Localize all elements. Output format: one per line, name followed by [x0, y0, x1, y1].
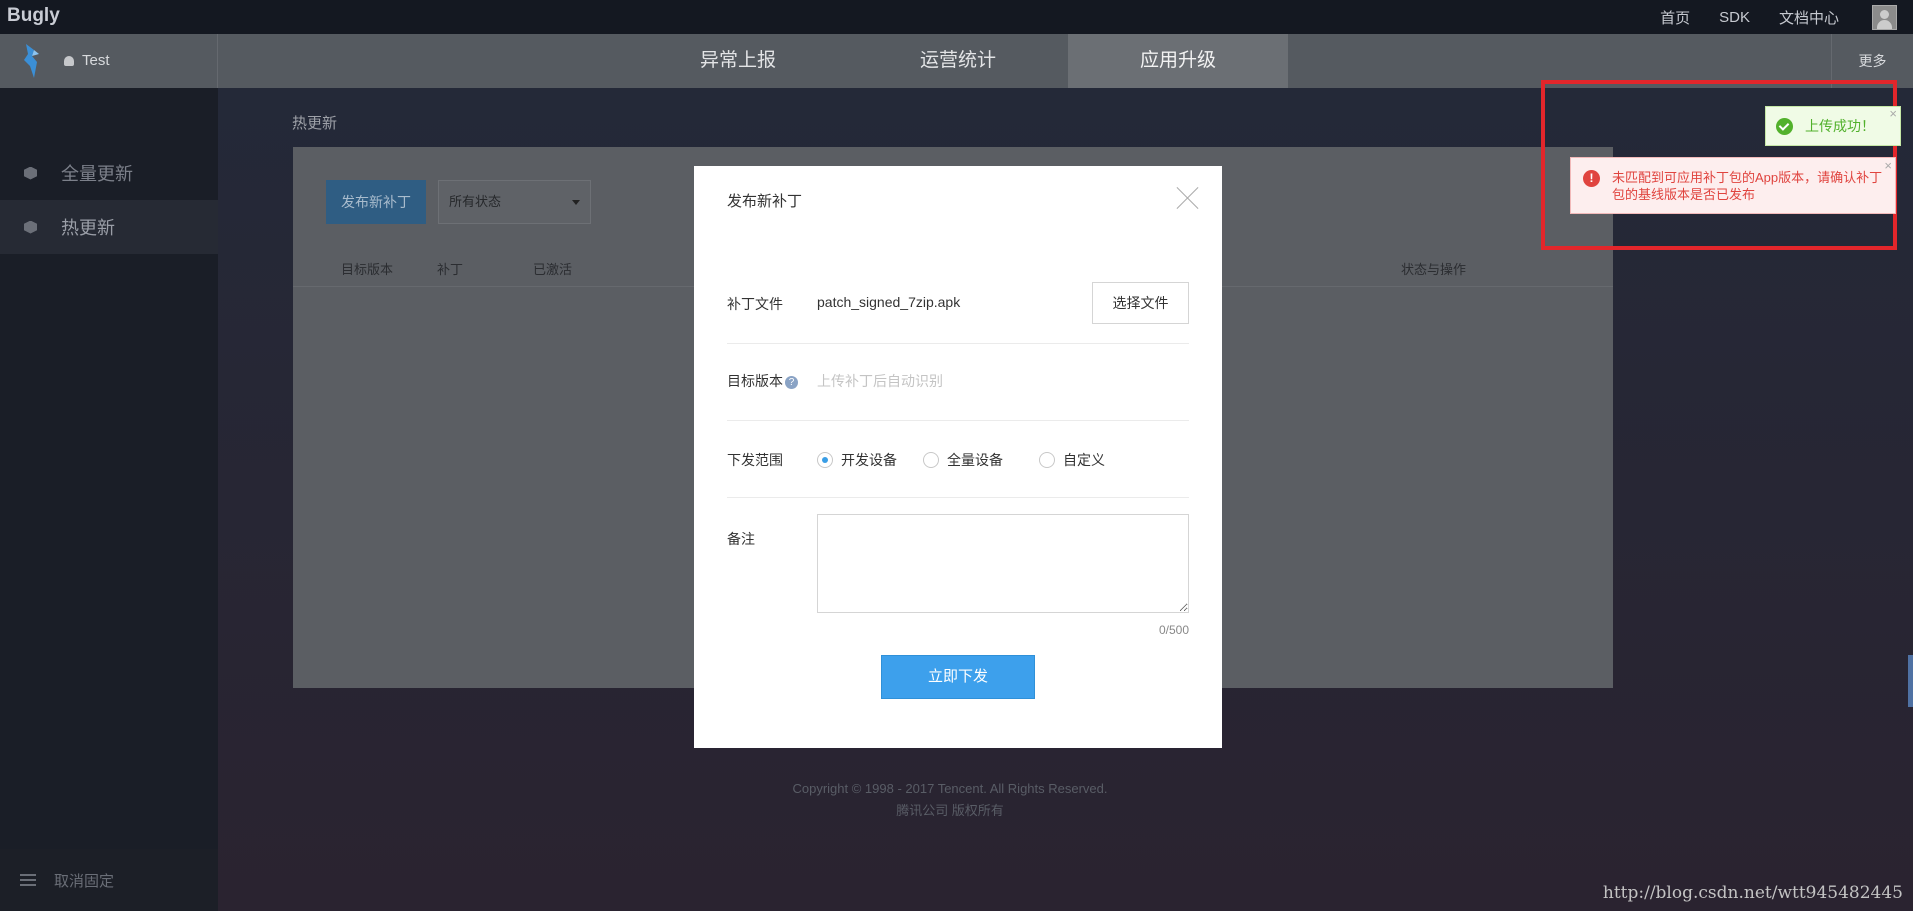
close-icon[interactable]: × — [1889, 106, 1897, 121]
sidebar: 全量更新 热更新 取消固定 — [0, 88, 218, 911]
main-nav: 异常上报 运营统计 应用升级 — [628, 34, 1288, 88]
top-bar: Bugly 首页 SDK 文档中心 — [0, 0, 1913, 34]
scope-row: 下发范围 开发设备 全量设备 自定义 — [727, 421, 1189, 498]
unpin-label: 取消固定 — [54, 872, 115, 890]
remark-row: 备注 0/500 — [727, 514, 1189, 644]
patch-file-row: 补丁文件 patch_signed_7zip.apk 选择文件 — [727, 282, 1189, 344]
dialog-title: 发布新补丁 — [727, 193, 803, 210]
radio-label: 自定义 — [1063, 452, 1105, 468]
target-version-label: 目标版本? — [727, 371, 798, 391]
sidebar-item-label: 全量更新 — [61, 164, 133, 184]
upload-success-toast: 上传成功！ × — [1765, 106, 1901, 146]
app-name: Test — [82, 52, 110, 69]
company-text: 腾讯公司 版权所有 — [896, 803, 1004, 818]
list-icon — [20, 873, 36, 887]
target-version-row: 目标版本? 上传补丁后自动识别 — [727, 344, 1189, 421]
tab-app-upgrade[interactable]: 应用升级 — [1068, 34, 1288, 88]
radio-dot — [1039, 452, 1055, 468]
tab-crash-report[interactable]: 异常上报 — [628, 34, 848, 88]
publish-now-button[interactable]: 立即下发 — [881, 655, 1035, 699]
target-version-placeholder: 上传补丁后自动识别 — [817, 373, 943, 389]
nav-home-link[interactable]: 首页 — [1660, 7, 1690, 28]
divider — [217, 34, 218, 88]
close-icon[interactable] — [1176, 186, 1200, 210]
brand-logo[interactable]: Bugly — [7, 5, 60, 27]
radio-label: 开发设备 — [841, 452, 897, 468]
status-filter-select[interactable]: 所有状态 — [438, 180, 591, 224]
nav-docs-link[interactable]: 文档中心 — [1779, 7, 1839, 28]
unpin-sidebar-button[interactable]: 取消固定 — [0, 849, 218, 911]
error-toast: ! 未匹配到可应用补丁包的App版本，请确认补丁包的基线版本是否已发布 × — [1570, 157, 1896, 214]
sidebar-item-hot-update[interactable]: 热更新 — [0, 200, 218, 254]
copyright-text: Copyright © 1998 - 2017 Tencent. All Rig… — [792, 781, 1108, 796]
toast-message: 上传成功！ — [1805, 118, 1875, 134]
android-icon — [64, 55, 74, 66]
patch-file-label: 补丁文件 — [727, 296, 783, 312]
avatar[interactable] — [1872, 5, 1897, 30]
cube-icon — [24, 166, 37, 180]
scope-radio-all-devices[interactable]: 全量设备 — [923, 450, 1003, 470]
footer: Copyright © 1998 - 2017 Tencent. All Rig… — [218, 778, 1682, 822]
toast-message: 未匹配到可应用补丁包的App版本，请确认补丁包的基线版本是否已发布 — [1612, 170, 1883, 202]
column-header: 补丁 — [437, 262, 464, 277]
column-header: 状态与操作 — [1401, 262, 1467, 277]
sidebar-item-label: 热更新 — [61, 218, 115, 238]
new-patch-button[interactable]: 发布新补丁 — [326, 180, 426, 224]
remark-label: 备注 — [727, 531, 755, 547]
radio-label: 全量设备 — [947, 452, 1003, 468]
column-header: 已激活 — [533, 262, 573, 277]
radio-dot — [923, 452, 939, 468]
nav-sdk-link[interactable]: SDK — [1719, 9, 1750, 26]
close-icon[interactable]: × — [1884, 157, 1892, 174]
column-header: 目标版本 — [341, 262, 394, 277]
bugly-bird-icon[interactable] — [20, 42, 42, 80]
scope-radio-dev-devices[interactable]: 开发设备 — [817, 450, 897, 470]
watermark: http://blog.csdn.net/wtt945482445 — [1602, 883, 1903, 903]
remark-textarea[interactable] — [817, 514, 1189, 613]
top-nav: 首页 SDK 文档中心 — [1631, 0, 1839, 34]
scope-label: 下发范围 — [727, 452, 783, 468]
chevron-down-icon — [572, 200, 580, 205]
error-icon: ! — [1583, 170, 1600, 187]
remark-counter: 0/500 — [1158, 623, 1189, 637]
choose-file-button[interactable]: 选择文件 — [1092, 282, 1189, 324]
patch-file-name: patch_signed_7zip.apk — [817, 294, 961, 310]
publish-patch-dialog: 发布新补丁 补丁文件 patch_signed_7zip.apk 选择文件 目标… — [694, 166, 1222, 748]
status-filter-value: 所有状态 — [449, 194, 502, 209]
check-circle-icon — [1776, 117, 1793, 135]
cube-icon — [24, 220, 37, 234]
tab-operations[interactable]: 运营统计 — [848, 34, 1068, 88]
sidebar-item-full-update[interactable]: 全量更新 — [0, 146, 218, 200]
scope-radio-custom[interactable]: 自定义 — [1039, 450, 1105, 470]
app-selector[interactable]: Test — [64, 52, 110, 69]
breadcrumb: 热更新 — [292, 115, 338, 132]
feedback-tab[interactable] — [1908, 655, 1913, 707]
radio-dot — [817, 452, 833, 468]
help-icon[interactable]: ? — [785, 376, 798, 389]
